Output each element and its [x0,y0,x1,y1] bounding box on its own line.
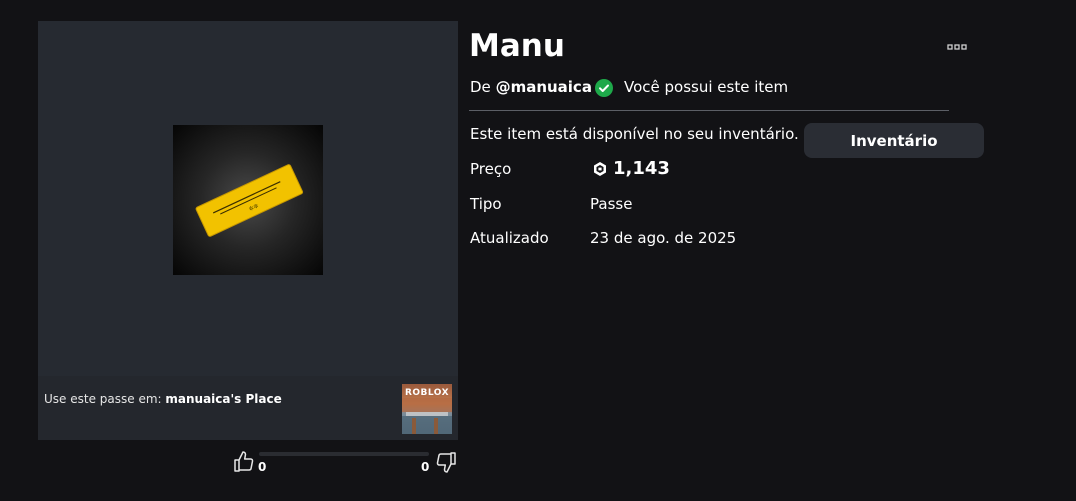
type-label: Tipo [470,195,502,213]
item-media-panel: ✲✲ Use este passe em: manuaica's Place R… [38,21,458,440]
use-in-place-label: Use este passe em: [44,392,162,406]
use-in-place-bar: Use este passe em: manuaica's Place ROBL… [38,376,458,440]
robux-icon [594,162,606,176]
item-details-page: ✲✲ Use este passe em: manuaica's Place R… [0,0,1076,501]
vote-ratio-bar [259,452,429,456]
downvote-count: 0 [421,460,430,474]
check-icon [595,79,613,97]
inventory-button[interactable]: Inventário [804,123,984,158]
creator-link[interactable]: @manuaica [496,78,592,96]
details-divider [469,110,949,111]
place-scene-image [402,398,452,434]
upvote-count: 0 [258,460,267,474]
votes-section: 0 0 [232,448,458,478]
thumb-up-icon[interactable] [232,450,256,474]
price-label: Preço [470,160,512,178]
thumb-down-icon[interactable] [434,450,458,474]
updated-label: Atualizado [470,229,549,247]
place-thumbnail[interactable]: ROBLOX [402,384,452,434]
use-in-place-text: Use este passe em: manuaica's Place [44,392,282,406]
creator-prefix: De [470,78,491,96]
place-name-link[interactable]: manuaica's Place [165,392,281,406]
item-title: Manu [469,28,565,64]
updated-value: 23 de ago. de 2025 [590,229,737,247]
more-options-icon[interactable] [946,40,968,54]
owned-text: Você possui este item [624,78,789,96]
pass-ticket-image: ✲✲ [195,164,304,237]
price-value: 1,143 [613,158,670,179]
pass-thumbnail: ✲✲ [173,125,323,275]
creator-line: De @manuaica [470,78,592,96]
availability-text: Este item está disponível no seu inventá… [470,125,799,143]
type-value: Passe [590,195,633,213]
